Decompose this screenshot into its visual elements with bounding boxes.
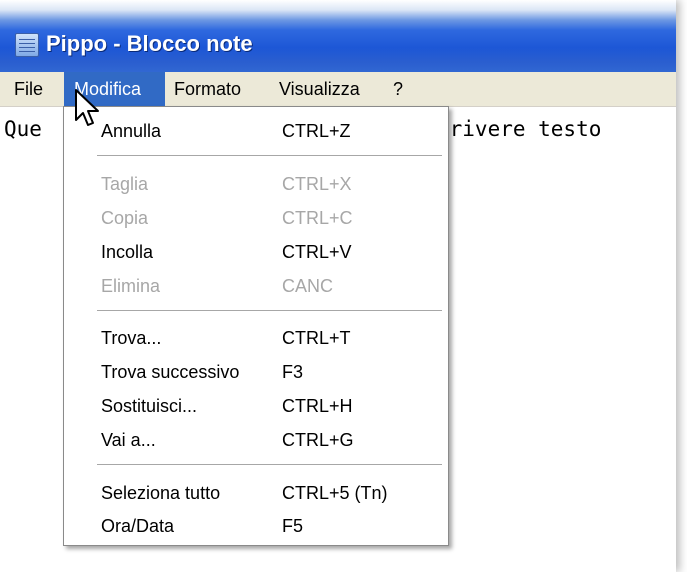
menu-item-shortcut: CTRL+V bbox=[282, 242, 352, 262]
mouse-pointer-icon bbox=[75, 89, 99, 126]
menu-item-elimina[interactable]: Elimina CANC bbox=[64, 272, 448, 302]
menu-item-label: Trova... bbox=[101, 328, 162, 348]
menu-item-shortcut: CTRL+X bbox=[282, 174, 352, 194]
menu-item-shortcut: F3 bbox=[282, 362, 304, 382]
menu-separator bbox=[97, 464, 442, 465]
menu-item-shortcut: CTRL+C bbox=[282, 208, 353, 228]
menu-item-vai-a[interactable]: Vai a... CTRL+G bbox=[64, 426, 448, 456]
window-title: Pippo - Blocco note bbox=[46, 31, 253, 56]
menu-item-trova[interactable]: Trova... CTRL+T bbox=[64, 324, 448, 354]
menu-separator bbox=[97, 310, 442, 311]
edit-menu-dropdown: Annulla CTRL+Z Taglia CTRL+X Copia CTRL+… bbox=[63, 106, 449, 546]
menu-item-sostituisci[interactable]: Sostituisci... CTRL+H bbox=[64, 392, 448, 422]
menu-item-label: Trova successivo bbox=[101, 362, 240, 382]
editor-text-right: crivere testo bbox=[437, 117, 602, 141]
menu-item-label: Copia bbox=[101, 208, 149, 228]
menu-help[interactable]: ? bbox=[385, 72, 411, 106]
menu-item-shortcut: CTRL+T bbox=[282, 328, 351, 348]
menu-item-shortcut: F5 bbox=[282, 516, 304, 536]
menu-item-seleziona-tutto[interactable]: Seleziona tutto CTRL+5 (Tn) bbox=[64, 479, 448, 509]
menu-formato[interactable]: Formato bbox=[166, 72, 249, 106]
menu-item-label: Ora/Data bbox=[101, 516, 175, 536]
notepad-icon[interactable] bbox=[15, 33, 39, 57]
menu-item-ora-data[interactable]: Ora/Data F5 bbox=[64, 512, 448, 542]
menu-item-label: Taglia bbox=[101, 174, 149, 194]
menu-item-label: Sostituisci... bbox=[101, 396, 198, 416]
title-bar[interactable]: Pippo - Blocco note bbox=[0, 0, 676, 72]
menu-item-shortcut: CTRL+5 (Tn) bbox=[282, 483, 388, 503]
menu-item-label: Elimina bbox=[101, 276, 161, 296]
menu-item-label: Seleziona tutto bbox=[101, 483, 221, 503]
menu-file[interactable]: File bbox=[6, 72, 51, 106]
editor-text-left: Que bbox=[4, 117, 42, 141]
menu-item-trova-successivo[interactable]: Trova successivo F3 bbox=[64, 358, 448, 388]
menu-item-taglia[interactable]: Taglia CTRL+X bbox=[64, 170, 448, 200]
menu-item-label: Annulla bbox=[101, 121, 162, 141]
menu-item-shortcut: CTRL+H bbox=[282, 396, 353, 416]
menu-item-shortcut: CTRL+Z bbox=[282, 121, 351, 141]
menu-item-shortcut: CTRL+G bbox=[282, 430, 354, 450]
menu-item-incolla[interactable]: Incolla CTRL+V bbox=[64, 238, 448, 268]
menu-item-shortcut: CANC bbox=[282, 276, 334, 296]
menu-item-annulla[interactable]: Annulla CTRL+Z bbox=[64, 117, 448, 147]
menu-item-label: Incolla bbox=[101, 242, 154, 262]
menu-separator bbox=[97, 155, 442, 156]
menu-item-label: Vai a... bbox=[101, 430, 156, 450]
menu-visualizza[interactable]: Visualizza bbox=[271, 72, 368, 106]
menu-item-copia[interactable]: Copia CTRL+C bbox=[64, 204, 448, 234]
